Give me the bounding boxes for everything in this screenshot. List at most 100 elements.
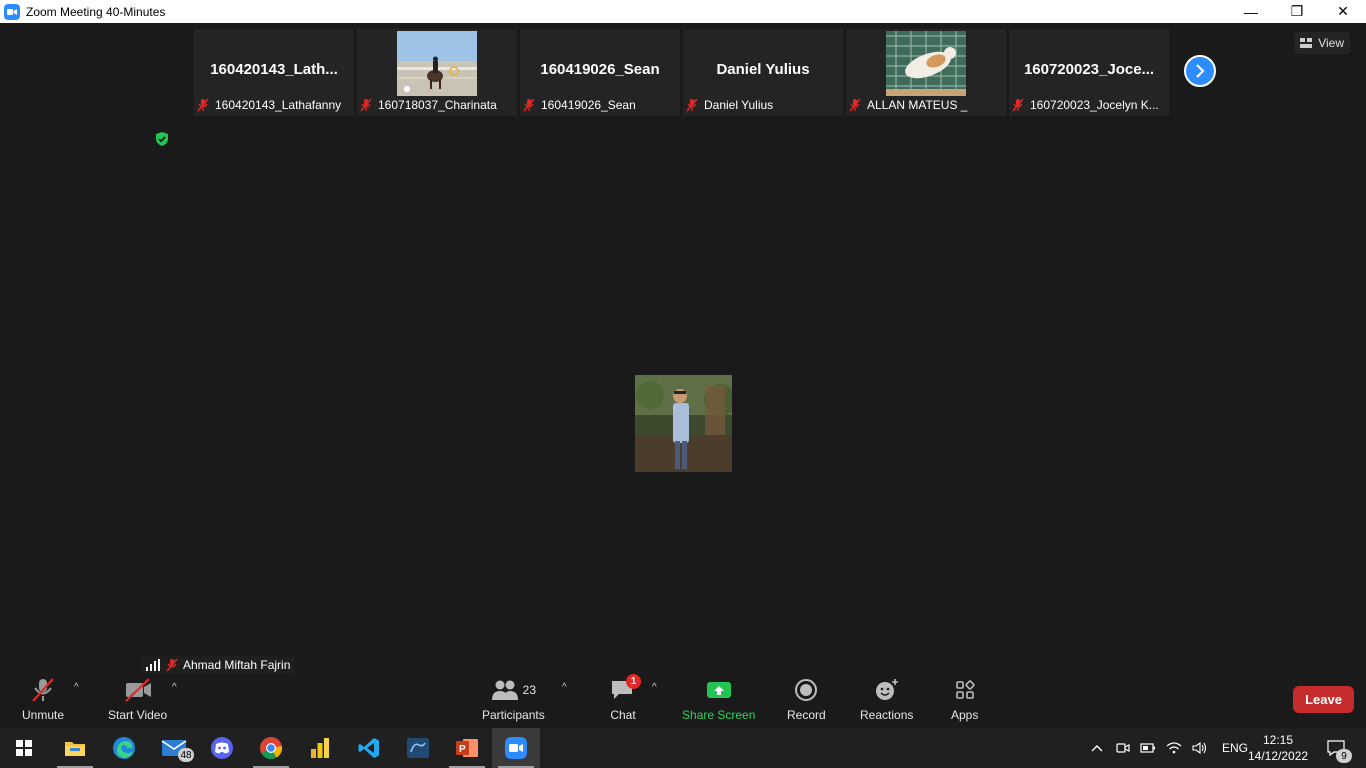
participant-label: 160720023_Jocelyn K... — [1011, 96, 1167, 114]
reactions-button[interactable]: Reactions — [860, 676, 913, 722]
next-page-button[interactable] — [1184, 55, 1216, 87]
unmute-label: Unmute — [22, 708, 65, 722]
record-icon — [795, 679, 818, 701]
title-bar: Zoom Meeting 40-Minutes — ❐ ✕ — [0, 0, 1366, 23]
share-screen-icon — [706, 682, 731, 698]
taskbar-file-explorer[interactable] — [51, 728, 99, 768]
notifications-button[interactable]: 9 — [1314, 728, 1358, 768]
record-button[interactable]: Record — [787, 676, 826, 722]
security-shield-icon[interactable] — [154, 131, 170, 147]
reactions-label: Reactions — [860, 708, 914, 722]
signal-strength-icon — [146, 659, 160, 671]
chevron-up-icon[interactable] — [1090, 743, 1104, 753]
unmute-button[interactable]: Unmute — [22, 676, 64, 722]
taskbar-clock[interactable]: 12:15 14/12/2022 — [1248, 732, 1308, 764]
participant-photo — [397, 31, 477, 96]
taskbar-vscode[interactable] — [345, 728, 393, 768]
notification-count-badge: 9 — [1336, 749, 1352, 763]
taskbar-mysql-workbench[interactable] — [394, 728, 442, 768]
leave-button[interactable]: Leave — [1293, 686, 1354, 713]
share-screen-label: Share Screen — [682, 708, 756, 722]
participants-button[interactable]: 23 Participants — [482, 676, 545, 722]
participant-display-name: 160420143_Lath... — [210, 61, 338, 78]
participant-display-name: 160419026_Sean — [540, 61, 660, 78]
audio-options-caret[interactable]: ^ — [74, 682, 79, 693]
taskbar-power-bi[interactable] — [296, 728, 344, 768]
volume-icon[interactable] — [1192, 741, 1208, 755]
input-language-indicator[interactable]: ENG — [1222, 741, 1248, 755]
apps-icon — [955, 680, 975, 699]
participant-tile[interactable]: 160419026_Sean 160419026_Sean — [520, 29, 680, 116]
start-video-label: Start Video — [108, 708, 168, 722]
video-options-caret[interactable]: ^ — [172, 682, 177, 693]
muted-mic-icon — [686, 98, 698, 112]
taskbar-zoom[interactable] — [492, 728, 540, 768]
system-tray: ENG — [1090, 728, 1248, 768]
participant-display-name: Daniel Yulius — [716, 61, 810, 78]
powerpoint-icon: P — [456, 739, 478, 757]
chat-options-caret[interactable]: ^ — [652, 682, 657, 693]
view-button-label: View — [1318, 36, 1344, 50]
muted-mic-icon — [849, 98, 861, 112]
taskbar-discord[interactable] — [198, 728, 246, 768]
windows-logo-icon — [16, 740, 32, 756]
mysql-workbench-icon — [407, 738, 429, 758]
minimize-button[interactable]: — — [1228, 0, 1274, 23]
self-name-label: Ahmad Miftah Fajrin — [142, 655, 295, 675]
clock-date: 14/12/2022 — [1248, 749, 1309, 763]
vscode-icon — [358, 738, 379, 758]
start-video-button[interactable]: Start Video — [108, 676, 167, 722]
meet-now-icon[interactable] — [1116, 741, 1130, 755]
discord-icon — [211, 737, 233, 759]
folder-icon — [65, 742, 85, 756]
participant-name: 160720023_Jocelyn K... — [1030, 98, 1159, 112]
video-off-icon — [124, 678, 151, 702]
participant-tile[interactable]: 160718037_Charinata — [357, 29, 517, 116]
muted-mic-icon — [1012, 98, 1024, 112]
participants-label: Participants — [482, 708, 545, 722]
battery-icon[interactable] — [1140, 742, 1156, 754]
zoom-icon — [505, 737, 527, 759]
participants-options-caret[interactable]: ^ — [562, 682, 567, 693]
participant-photo — [886, 31, 966, 96]
participant-label: ALLAN MATEUS _ — [848, 96, 1004, 114]
view-button[interactable]: View — [1294, 32, 1350, 54]
chevron-right-icon — [1196, 64, 1205, 78]
participant-tile[interactable]: Daniel Yulius Daniel Yulius — [683, 29, 843, 116]
participant-tile[interactable]: 160420143_Lath... 160420143_Lathafanny — [194, 29, 354, 116]
zoom-app-icon — [4, 3, 20, 20]
participant-tile[interactable]: ALLAN MATEUS _ — [846, 29, 1006, 116]
start-button[interactable] — [0, 728, 48, 768]
apps-button[interactable]: Apps — [951, 676, 978, 722]
share-screen-button[interactable]: Share Screen — [682, 676, 755, 722]
participant-display-name: 160720023_Joce... — [1023, 61, 1155, 78]
participants-count: 23 — [522, 683, 537, 697]
taskbar-mail[interactable]: 48 — [150, 728, 198, 768]
participant-label: 160420143_Lathafanny — [196, 96, 352, 114]
chat-unread-badge: 1 — [626, 674, 641, 689]
close-button[interactable]: ✕ — [1320, 0, 1366, 23]
participants-icon — [491, 680, 518, 700]
grid-view-icon — [1300, 38, 1313, 48]
window-title: Zoom Meeting 40-Minutes — [26, 4, 166, 19]
edge-browser-icon — [113, 737, 135, 759]
meeting-toolbar: Unmute ^ Start Video ^ 23 Participants ^… — [0, 674, 1366, 728]
chat-button[interactable]: 1 Chat — [610, 674, 641, 722]
taskbar-edge[interactable] — [100, 728, 148, 768]
taskbar-powerpoint[interactable]: P — [443, 728, 491, 768]
muted-mic-icon — [197, 98, 209, 112]
taskbar-chrome[interactable] — [247, 728, 295, 768]
participant-label: 160419026_Sean — [522, 96, 678, 114]
wifi-icon[interactable] — [1166, 741, 1182, 755]
windows-taskbar: 48 P ENG 12:15 14/12/2022 9 — [0, 728, 1366, 768]
reactions-smiley-icon — [875, 679, 898, 700]
restore-button[interactable]: ❐ — [1274, 0, 1320, 23]
muted-mic-icon — [360, 98, 372, 112]
participant-name: 160718037_Charinata — [378, 98, 497, 112]
participant-label: 160718037_Charinata — [359, 96, 515, 114]
chrome-browser-icon — [260, 737, 283, 759]
participant-name: ALLAN MATEUS _ — [867, 98, 968, 112]
chat-label: Chat — [610, 708, 636, 722]
participant-tile[interactable]: 160720023_Joce... 160720023_Jocelyn K... — [1009, 29, 1169, 116]
self-name: Ahmad Miftah Fajrin — [183, 658, 291, 672]
